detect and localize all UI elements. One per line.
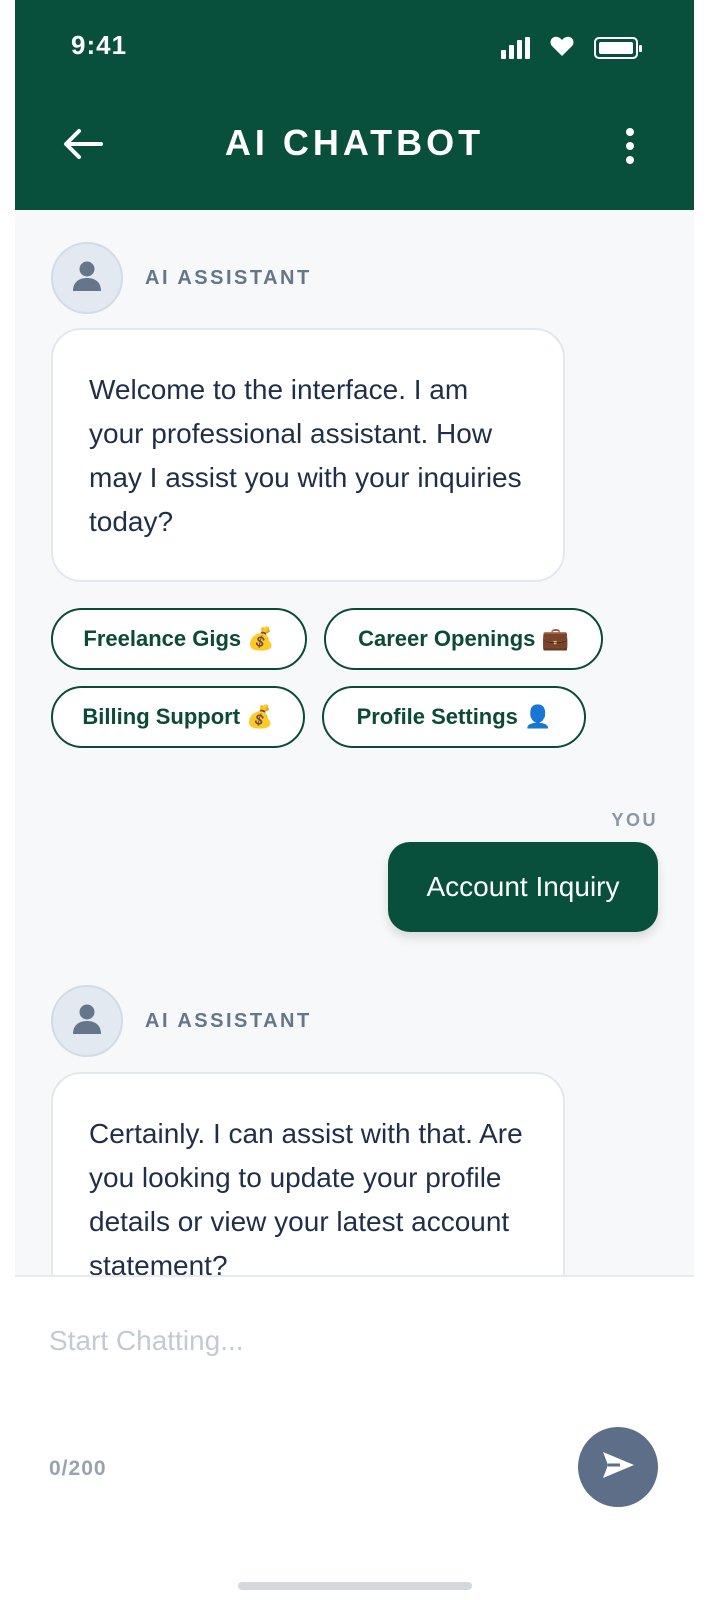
- user-message-bubble: Account Inquiry: [388, 842, 658, 932]
- home-indicator: [238, 1582, 472, 1590]
- more-options-button[interactable]: [618, 122, 642, 170]
- status-time: 9:41: [71, 30, 128, 60]
- app-header: 9:41 AI CHATBOT: [15, 0, 694, 210]
- chip-career-openings[interactable]: Career Openings 💼: [324, 608, 603, 670]
- battery-icon: [594, 37, 642, 59]
- chip-profile-settings[interactable]: Profile Settings 👤: [322, 686, 586, 748]
- ai-message-bubble: Welcome to the interface. I am your prof…: [51, 328, 565, 582]
- sender-label-you: YOU: [611, 810, 658, 830]
- page-title: AI CHATBOT: [224, 122, 485, 163]
- chat-input[interactable]: [49, 1315, 649, 1367]
- user-icon: [72, 260, 102, 297]
- more-vertical-icon: [626, 128, 634, 136]
- avatar: [51, 985, 123, 1057]
- ai-message-bubble: Certainly. I can assist with that. Are y…: [51, 1072, 565, 1275]
- composer: 0/200: [15, 1275, 694, 1600]
- avatar: [51, 242, 123, 314]
- signal-icon: [501, 37, 530, 59]
- chip-freelance-gigs[interactable]: Freelance Gigs 💰: [51, 608, 307, 670]
- chip-billing-support[interactable]: Billing Support 💰: [51, 686, 305, 748]
- status-icons: [501, 34, 642, 62]
- character-counter: 0/200: [49, 1457, 107, 1480]
- user-icon: [72, 1003, 102, 1040]
- chat-thread[interactable]: AI ASSISTANT Welcome to the interface. I…: [15, 210, 694, 1275]
- ai-sender-row: AI ASSISTANT: [51, 242, 312, 314]
- sender-label: AI ASSISTANT: [145, 266, 312, 289]
- heart-icon: [550, 35, 574, 62]
- send-button[interactable]: [578, 1427, 658, 1507]
- send-icon: [600, 1450, 636, 1485]
- ai-sender-row: AI ASSISTANT: [51, 985, 312, 1057]
- app-screen: 9:41 AI CHATBOT AI ASSISTANT Welcome to …: [15, 0, 694, 1600]
- sender-label: AI ASSISTANT: [145, 1009, 312, 1032]
